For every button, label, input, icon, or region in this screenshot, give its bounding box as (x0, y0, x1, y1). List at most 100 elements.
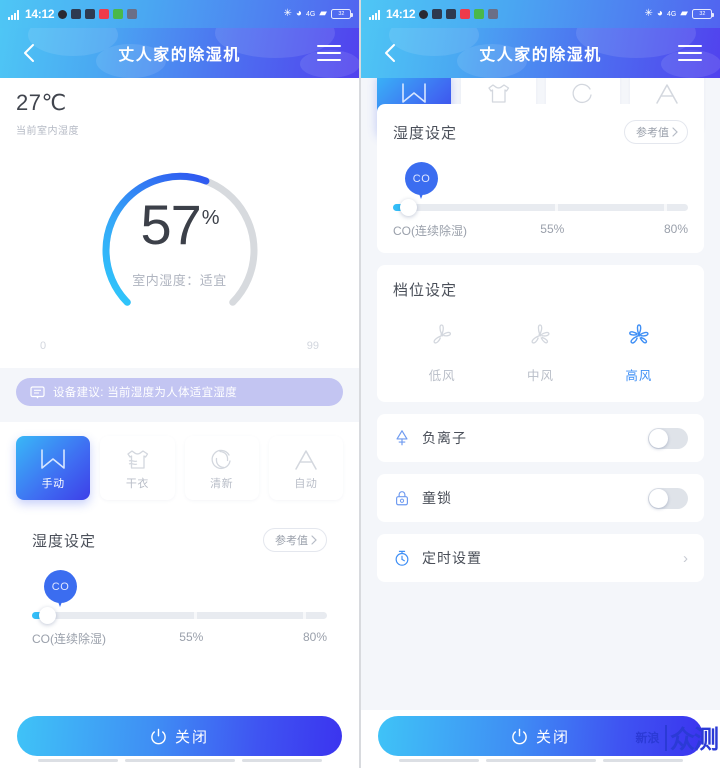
mode-label: 手动 (41, 477, 65, 490)
right-content: 湿度设定 参考值 CO CO(连续除湿) 55% 80% 档位设定 低风 中风 … (361, 104, 720, 582)
fan-speed-low[interactable]: 低风 (393, 320, 491, 384)
temperature-value: 27℃ (16, 90, 67, 115)
slider-track[interactable] (393, 204, 688, 211)
mode-label: 自动 (294, 477, 318, 490)
fan-low-icon (425, 320, 459, 355)
humidity-label-55: 55% (540, 222, 565, 236)
row-anion[interactable]: 负离子 (377, 414, 704, 462)
wifi-icon: ▰ (319, 8, 327, 19)
refresh-circle-icon (208, 446, 236, 472)
reading-panel: 27℃ 当前室内湿度 57% 室内湿度：适宜 0 99 (0, 78, 359, 368)
reference-value-label: 参考值 (275, 535, 308, 547)
watermark-big: 众测 (669, 726, 719, 754)
slider-thumb[interactable] (39, 607, 56, 624)
humidity-setting-title: 湿度设定 (393, 124, 458, 142)
humidity-scale-labels: CO(连续除湿) 55% 80% (32, 630, 327, 647)
power-icon (151, 728, 166, 744)
left-screen: 14:12 ✳ ◕ 4G ▰ 32 丈人家的除湿机 27℃ 当前室内湿度 57%… (0, 0, 359, 768)
back-button[interactable] (377, 40, 403, 66)
status-bar-right: ✳ ◕ 4G ▰ 32 (284, 8, 353, 19)
message-bubble-icon (30, 385, 45, 399)
row-child-lock[interactable]: 童锁 (377, 474, 704, 522)
slider-track[interactable] (32, 612, 327, 619)
humidity-label-55: 55% (179, 630, 204, 644)
anion-toggle[interactable] (648, 427, 688, 449)
fan-high-icon (622, 320, 656, 355)
fan-medium-icon (523, 320, 557, 355)
chevron-right-icon (311, 535, 317, 545)
slider-tick (303, 612, 306, 619)
power-toggle-button[interactable]: 关闭 (17, 716, 342, 756)
reference-value-button[interactable]: 参考值 (263, 528, 327, 552)
anion-icon (396, 430, 408, 446)
humidity-number: 57 (140, 193, 201, 256)
status-bar-time: 14:12 (25, 7, 55, 21)
right-scroll-body[interactable]: 手动 干衣 清新 (361, 70, 720, 768)
app-header: 丈人家的除湿机 (361, 28, 720, 78)
dual-screenshot-container: 14:12 ✳ ◕ 4G ▰ 32 丈人家的除湿机 27℃ 当前室内湿度 57%… (0, 0, 720, 768)
app-icon-4 (113, 9, 124, 19)
chevron-right-icon (672, 127, 678, 137)
fan-speed-medium[interactable]: 中风 (491, 320, 589, 384)
tshirt-icon (484, 80, 512, 106)
humidity-setting-title: 湿度设定 (32, 532, 97, 550)
watermark-divider (665, 725, 667, 751)
letter-a-icon (292, 446, 320, 472)
device-suggestion-bar: 设备建议: 当前湿度为人体适宜湿度 (16, 378, 343, 406)
humidity-label-80: 80% (663, 222, 688, 236)
app-icon-2 (85, 9, 96, 19)
mode-button-dry-clothes[interactable]: 干衣 (100, 436, 175, 500)
power-icon (512, 728, 527, 744)
row-timer-setting[interactable]: 定时设置 › (377, 534, 704, 582)
humidity-percent-sign: % (201, 207, 220, 230)
status-bar-left: 14:12 (8, 7, 138, 21)
alarm-icon: ◕ (295, 8, 302, 19)
letter-m-icon (400, 80, 428, 106)
humidity-slider[interactable]: CO (32, 570, 327, 624)
system-nav-bar[interactable] (361, 756, 720, 764)
row-label: 童锁 (422, 490, 452, 506)
mode-button-auto[interactable]: 自动 (268, 436, 343, 500)
fan-label: 高风 (625, 369, 653, 383)
watermark-small: 新浪 (635, 730, 660, 745)
humidity-scale-labels: CO(连续除湿) 55% 80% (393, 222, 688, 239)
pin-label: CO (405, 162, 438, 195)
app-icon-dot (58, 9, 68, 19)
fan-speed-high[interactable]: 高风 (590, 320, 688, 384)
mode-button-manual[interactable]: 手动 (16, 436, 91, 500)
humidity-setting-card: 湿度设定 参考值 CO CO(连续除湿) 55% 80% (16, 512, 343, 661)
reference-value-button[interactable]: 参考值 (624, 120, 688, 144)
mode-button-fresh[interactable]: 清新 (184, 436, 259, 500)
app-icon-5 (488, 9, 499, 19)
humidity-status-text: 室内湿度：适宜 (132, 273, 227, 288)
humidity-label-co: CO(连续除湿) (393, 224, 467, 238)
refresh-circle-icon (569, 80, 597, 106)
back-button[interactable] (16, 40, 42, 66)
slider-thumb[interactable] (400, 199, 417, 216)
app-header: 丈人家的除湿机 (0, 28, 359, 78)
fan-speed-card: 档位设定 低风 中风 高风 (377, 265, 704, 402)
app-icon-3 (460, 9, 471, 19)
humidity-slider[interactable]: CO (393, 162, 688, 216)
humidity-setting-card: 湿度设定 参考值 CO CO(连续除湿) 55% 80% (377, 104, 704, 253)
power-button-label: 关闭 (174, 728, 209, 746)
status-bar-right: ✳ ◕ 4G ▰ 32 (645, 9, 714, 19)
app-icon-2 (446, 9, 457, 19)
left-scroll-body[interactable]: 27℃ 当前室内湿度 57% 室内湿度：适宜 0 99 设备建议: 当前湿度为人… (0, 78, 359, 768)
chevron-right-icon: › (683, 549, 688, 567)
status-bar: 14:12 ✳ ◕ 4G ▰ 32 (0, 0, 359, 28)
fan-speed-title: 档位设定 (393, 282, 458, 299)
slider-value-pin: CO (44, 570, 77, 610)
mode-label: 清新 (210, 477, 234, 490)
slider-value-pin: CO (405, 162, 438, 202)
hamburger-menu-icon[interactable] (678, 43, 704, 63)
system-nav-bar[interactable] (0, 756, 359, 764)
humidity-value: 57% (87, 192, 273, 257)
hamburger-menu-icon[interactable] (317, 43, 343, 63)
child-lock-toggle[interactable] (648, 487, 688, 509)
app-icon-1 (71, 9, 82, 19)
slider-tick (664, 204, 667, 211)
toggle-knob (649, 428, 668, 448)
row-label: 定时设置 (422, 550, 482, 566)
humidity-label-80: 80% (302, 630, 327, 644)
